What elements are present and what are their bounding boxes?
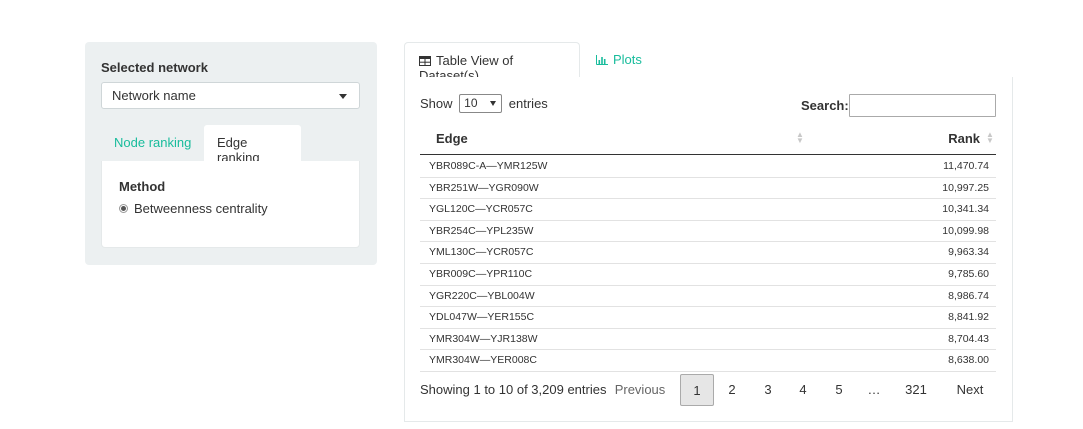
cell-rank: 11,470.74: [943, 160, 989, 172]
edge-ranking-panel: Method Betweenness centrality: [101, 161, 360, 248]
tab-plots[interactable]: Plots: [582, 42, 656, 78]
table-row[interactable]: YBR089C-A—YMR125W 11,470.74: [420, 156, 996, 178]
cell-rank: 8,841.92: [948, 311, 989, 324]
cell-rank: 8,638.00: [948, 354, 989, 367]
bar-chart-icon: [596, 54, 608, 65]
cell-rank: 8,704.43: [948, 332, 989, 345]
table-row[interactable]: YBR251W—YGR090W 10,997.25: [420, 178, 996, 200]
table-row[interactable]: YMR304W—YJR138W 8,704.43: [420, 329, 996, 351]
tab-edge-ranking[interactable]: Edge ranking: [204, 125, 301, 165]
cell-edge: YDL047W—YER155C: [429, 311, 535, 324]
cell-edge: YBR089C-A—YMR125W: [429, 160, 548, 172]
method-radio-betweenness[interactable]: Betweenness centrality: [119, 201, 268, 216]
pagination-page-1[interactable]: 1: [680, 374, 714, 406]
method-option-label: Betweenness centrality: [134, 201, 268, 216]
cell-edge: YGR220C—YBL004W: [429, 289, 535, 302]
entries-label: entries: [508, 95, 548, 111]
network-select[interactable]: Network name: [101, 82, 360, 109]
cell-rank: 9,785.60: [948, 267, 989, 280]
table-panel: Show 10 entries Search: Edge ▲ ▼ Rank ▲ ▼ …: [404, 77, 1013, 422]
radio-selected-icon[interactable]: [119, 204, 128, 214]
cell-rank: 10,099.98: [942, 224, 989, 237]
method-title: Method: [119, 179, 166, 194]
table-row[interactable]: YGR220C—YBL004W 8,986.74: [420, 286, 996, 308]
cell-edge: YGL120C—YCR057C: [429, 203, 533, 216]
table-header: Edge ▲ ▼ Rank ▲ ▼: [420, 125, 996, 155]
pagination-page-321[interactable]: 321: [898, 374, 934, 406]
tab-node-ranking[interactable]: Node ranking: [101, 125, 204, 162]
search-label: Search:: [801, 98, 849, 113]
cell-edge: YBR251W—YGR090W: [429, 181, 539, 194]
cell-edge: YBR254C—YPL235W: [429, 224, 534, 237]
pagination-next[interactable]: Next: [950, 374, 990, 406]
network-select-value: Network name: [112, 88, 196, 103]
table-row[interactable]: YDL047W—YER155C 8,841.92: [420, 307, 996, 329]
sort-icon[interactable]: ▲ ▼: [796, 131, 804, 145]
pagination-page-5[interactable]: 5: [825, 374, 853, 406]
table-row[interactable]: YGL120C—YCR057C 10,341.34: [420, 199, 996, 221]
table-row[interactable]: YMR304W—YER008C 8,638.00: [420, 350, 996, 372]
column-header-rank[interactable]: Rank: [948, 131, 980, 146]
cell-edge: YMR304W—YJR138W: [429, 332, 538, 345]
pagination-ellipsis: …: [867, 382, 881, 397]
selected-network-label: Selected network: [101, 60, 208, 75]
page-length-select[interactable]: 10: [459, 94, 503, 113]
tab-table-view[interactable]: Table View of Dataset(s): [404, 42, 580, 83]
cell-rank: 9,963.34: [948, 246, 989, 259]
cell-edge: YMR304W—YER008C: [429, 354, 537, 367]
table-row[interactable]: YML130C—YCR057C 9,963.34: [420, 242, 996, 264]
page-length-value: 10: [464, 96, 478, 110]
cell-rank: 10,341.34: [942, 203, 989, 216]
table-icon: [419, 55, 431, 66]
sort-icon[interactable]: ▲ ▼: [986, 131, 994, 145]
column-header-edge[interactable]: Edge: [436, 131, 468, 146]
cell-rank: 10,997.25: [942, 181, 989, 194]
tab-plots-label: Plots: [613, 52, 642, 67]
table-body: YBR089C-A—YMR125W 11,470.74 YBR251W—YGR0…: [420, 156, 996, 372]
sidebar-panel: Selected network Network name Node ranki…: [85, 42, 377, 265]
cell-rank: 8,986.74: [948, 289, 989, 302]
page-length-control: Show 10 entries: [420, 94, 548, 114]
pagination-page-2[interactable]: 2: [718, 374, 746, 406]
caret-down-icon: [490, 101, 497, 106]
search-input[interactable]: [849, 94, 996, 117]
table-row[interactable]: YBR009C—YPR110C 9,785.60: [420, 264, 996, 286]
cell-edge: YML130C—YCR057C: [429, 246, 534, 259]
table-row[interactable]: YBR254C—YPL235W 10,099.98: [420, 221, 996, 243]
caret-down-icon: [339, 94, 347, 99]
pagination-previous[interactable]: Previous: [605, 374, 675, 406]
pagination-page-3[interactable]: 3: [754, 374, 782, 406]
cell-edge: YBR009C—YPR110C: [429, 267, 533, 280]
table-info: Showing 1 to 10 of 3,209 entries: [420, 382, 607, 397]
pagination-page-4[interactable]: 4: [789, 374, 817, 406]
ranking-tabs: Node ranking Edge ranking: [101, 125, 360, 165]
show-label: Show: [420, 95, 453, 111]
